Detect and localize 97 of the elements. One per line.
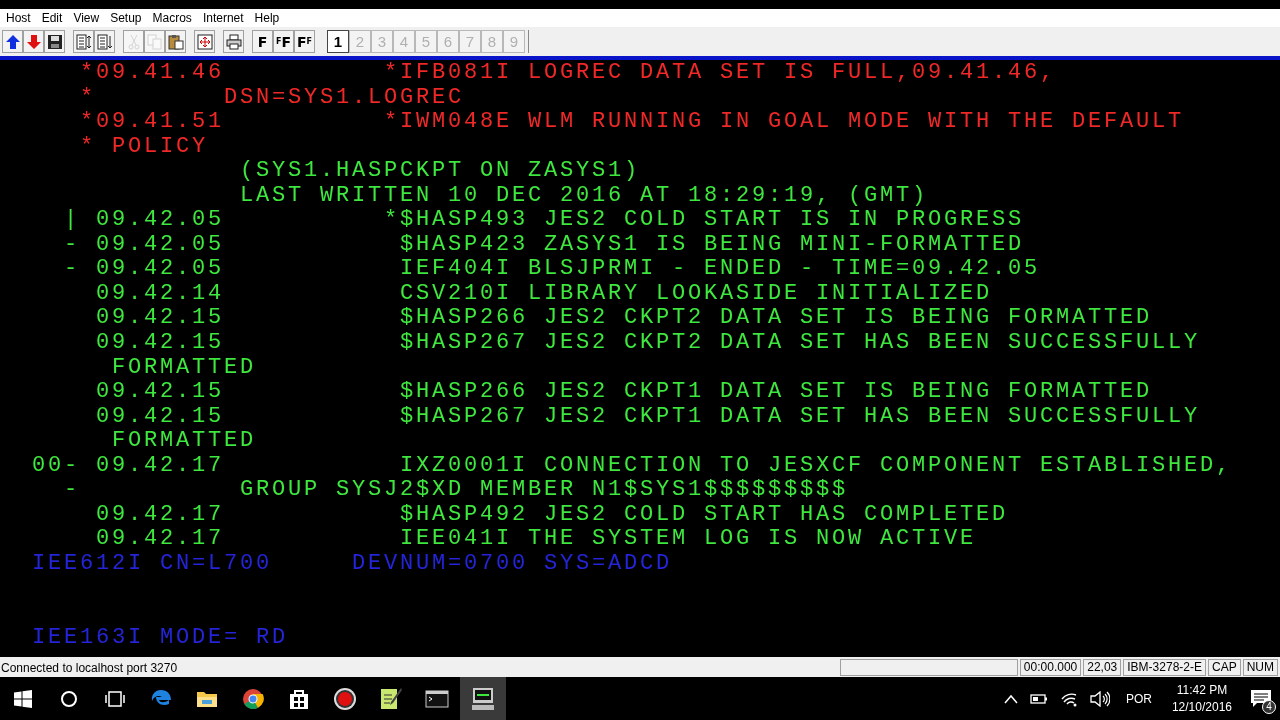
menu-item[interactable]: Help bbox=[250, 11, 287, 25]
console-message: $HASP266 JES2 CKPT2 DATA SET IS BEING FORMATTED bbox=[400, 306, 1154, 331]
notification-button[interactable]: 4 bbox=[1246, 683, 1276, 714]
toolbar-button[interactable] bbox=[44, 30, 65, 53]
alert-mark: * bbox=[80, 110, 96, 135]
message-time: 09.41.51 bbox=[96, 110, 224, 135]
flag-label: - bbox=[64, 478, 80, 503]
flag-label: | bbox=[64, 208, 80, 233]
message-time: 09.42.15 bbox=[96, 331, 224, 356]
status-field: NUM bbox=[1242, 659, 1278, 676]
message-time: 09.42.05 bbox=[96, 232, 224, 258]
alert-mark: * bbox=[80, 61, 96, 86]
status-message: Connected to localhost port 3270 bbox=[0, 660, 179, 675]
task-view-icon bbox=[105, 688, 125, 709]
fit-screen-icon bbox=[196, 33, 213, 50]
alert-mark: * bbox=[384, 110, 400, 135]
menu-item[interactable]: Setup bbox=[106, 11, 149, 25]
status-field: IBM-3278-2-E bbox=[1123, 659, 1206, 676]
windows-logo-icon bbox=[14, 689, 32, 708]
chrome-icon bbox=[242, 687, 264, 710]
console-message: IWM048E WLM RUNNING IN GOAL MODE WITH THE DEFAULT bbox=[400, 110, 1186, 135]
flag-label: - bbox=[64, 232, 80, 258]
toolbar-button[interactable] bbox=[165, 30, 186, 53]
console-message: DSN=SYS1.LOGREC bbox=[224, 85, 466, 111]
menu-item[interactable]: Macros bbox=[148, 11, 199, 25]
record-icon bbox=[333, 686, 357, 711]
console-message: LAST WRITTEN 10 DEC 2016 AT 18:29:19, (GMT) bbox=[240, 183, 930, 209]
notepad-icon bbox=[379, 686, 403, 711]
document-icon bbox=[96, 33, 113, 50]
taskbar-button[interactable] bbox=[460, 677, 506, 720]
console-message: IXZ0001I CONNECTION TO JESXCF COMPONENT ESTABLISHED, bbox=[400, 453, 1234, 479]
document-icon bbox=[75, 33, 92, 50]
message-time: 09.42.05 bbox=[96, 257, 224, 282]
session-tab[interactable]: 1 bbox=[327, 30, 349, 53]
console-message: IEE163I MODE= RD bbox=[32, 625, 290, 651]
toolbar-button[interactable] bbox=[73, 30, 94, 53]
alert-mark: * bbox=[384, 208, 400, 233]
status-field: 00:00.000 bbox=[1019, 659, 1082, 676]
message-time: 09.42.14 bbox=[96, 281, 224, 307]
message-time: 09.42.15 bbox=[96, 380, 224, 405]
up-arrow-icon bbox=[4, 33, 21, 50]
toolbar-button[interactable] bbox=[223, 30, 244, 53]
down-arrow-icon bbox=[25, 33, 42, 50]
message-time: 09.42.17 bbox=[96, 453, 224, 479]
console-message: CSV210I LIBRARY LOOKASIDE INITIALIZED bbox=[400, 281, 994, 307]
copy-icon bbox=[146, 33, 163, 50]
console-message: DEVNUM=0700 SYS=ADCD bbox=[352, 551, 674, 577]
alert-mark: * bbox=[80, 134, 96, 160]
console-message: $HASP266 JES2 CKPT1 DATA SET IS BEING FORMATTED bbox=[400, 380, 1154, 405]
status-field: CAP bbox=[1208, 659, 1241, 676]
console-message: IEE612I CN=L700 bbox=[32, 551, 274, 577]
message-time: 09.42.17 bbox=[96, 527, 224, 552]
font-size-button[interactable]: F bbox=[252, 30, 273, 53]
flag-label: - bbox=[64, 257, 80, 282]
volume-icon bbox=[1089, 690, 1110, 707]
alert-mark: * bbox=[80, 85, 96, 111]
console-message: IEF404I BLSJPRMI - ENDED - TIME=09.42.05 bbox=[400, 257, 1042, 282]
message-time: 09.42.15 bbox=[96, 404, 224, 430]
clock[interactable]: 11:42 PM 12/10/2016 bbox=[1171, 681, 1232, 716]
font-size-button[interactable]: $^{F}$F bbox=[273, 30, 294, 53]
console-message: $HASP267 JES2 CKPT1 DATA SET HAS BEEN SUCCESSFULLY bbox=[400, 404, 1202, 430]
status-field: 22,03 bbox=[1083, 659, 1122, 676]
input-language[interactable]: POR bbox=[1125, 691, 1152, 706]
console-message: FORMATTED bbox=[112, 429, 258, 454]
console-message: $HASP423 ZASYS1 IS BEING MINI-FORMATTED bbox=[400, 232, 1026, 258]
console-message: GROUP SYSJ2$XD MEMBER N1$SYS1$$$$$$$$$ bbox=[240, 478, 850, 503]
menu-item[interactable]: Internet bbox=[198, 11, 251, 25]
menu-item[interactable]: Host bbox=[2, 11, 38, 25]
paste-icon bbox=[167, 33, 184, 50]
console-message: $HASP267 JES2 CKPT2 DATA SET HAS BEEN SUCCESSFULLY bbox=[400, 331, 1202, 356]
console-message: FORMATTED bbox=[112, 355, 258, 381]
circle-icon bbox=[60, 689, 78, 708]
flag-label: 00- bbox=[32, 453, 80, 479]
console-message: $HASP493 JES2 COLD START IS IN PROGRESS bbox=[400, 208, 1026, 233]
console-message: $HASP492 JES2 COLD START HAS COMPLETED bbox=[400, 502, 1010, 528]
wifi-icon bbox=[1059, 690, 1078, 707]
console-message: IEE041I THE SYSTEM LOG IS NOW ACTIVE bbox=[400, 527, 978, 552]
message-time: 09.42.05 bbox=[96, 208, 224, 233]
toolbar-button[interactable] bbox=[2, 30, 23, 53]
computer-terminal-icon bbox=[470, 685, 496, 712]
save-icon bbox=[46, 33, 63, 50]
shopping-bag-icon bbox=[288, 687, 310, 710]
scissors-icon bbox=[125, 33, 142, 50]
message-time: 09.42.15 bbox=[96, 306, 224, 331]
chevron-up-icon bbox=[1003, 693, 1018, 704]
message-time: 09.42.17 bbox=[96, 502, 224, 528]
console-message: (SYS1.HASPCKPT ON ZASYS1) bbox=[240, 159, 642, 184]
alert-mark: * bbox=[384, 61, 400, 86]
menu-item[interactable]: Edit bbox=[37, 11, 70, 25]
message-icon bbox=[1250, 688, 1272, 709]
font-size-button[interactable]: F$^{F}$ bbox=[294, 30, 315, 53]
menu-item[interactable]: View bbox=[69, 11, 107, 25]
battery-icon bbox=[1029, 692, 1048, 705]
console-message: POLICY bbox=[112, 134, 209, 160]
printer-icon bbox=[225, 33, 242, 50]
message-time: 09.41.46 bbox=[96, 61, 224, 86]
console-message: IFB081I LOGREC DATA SET IS FULL,09.41.46, bbox=[400, 61, 1058, 86]
